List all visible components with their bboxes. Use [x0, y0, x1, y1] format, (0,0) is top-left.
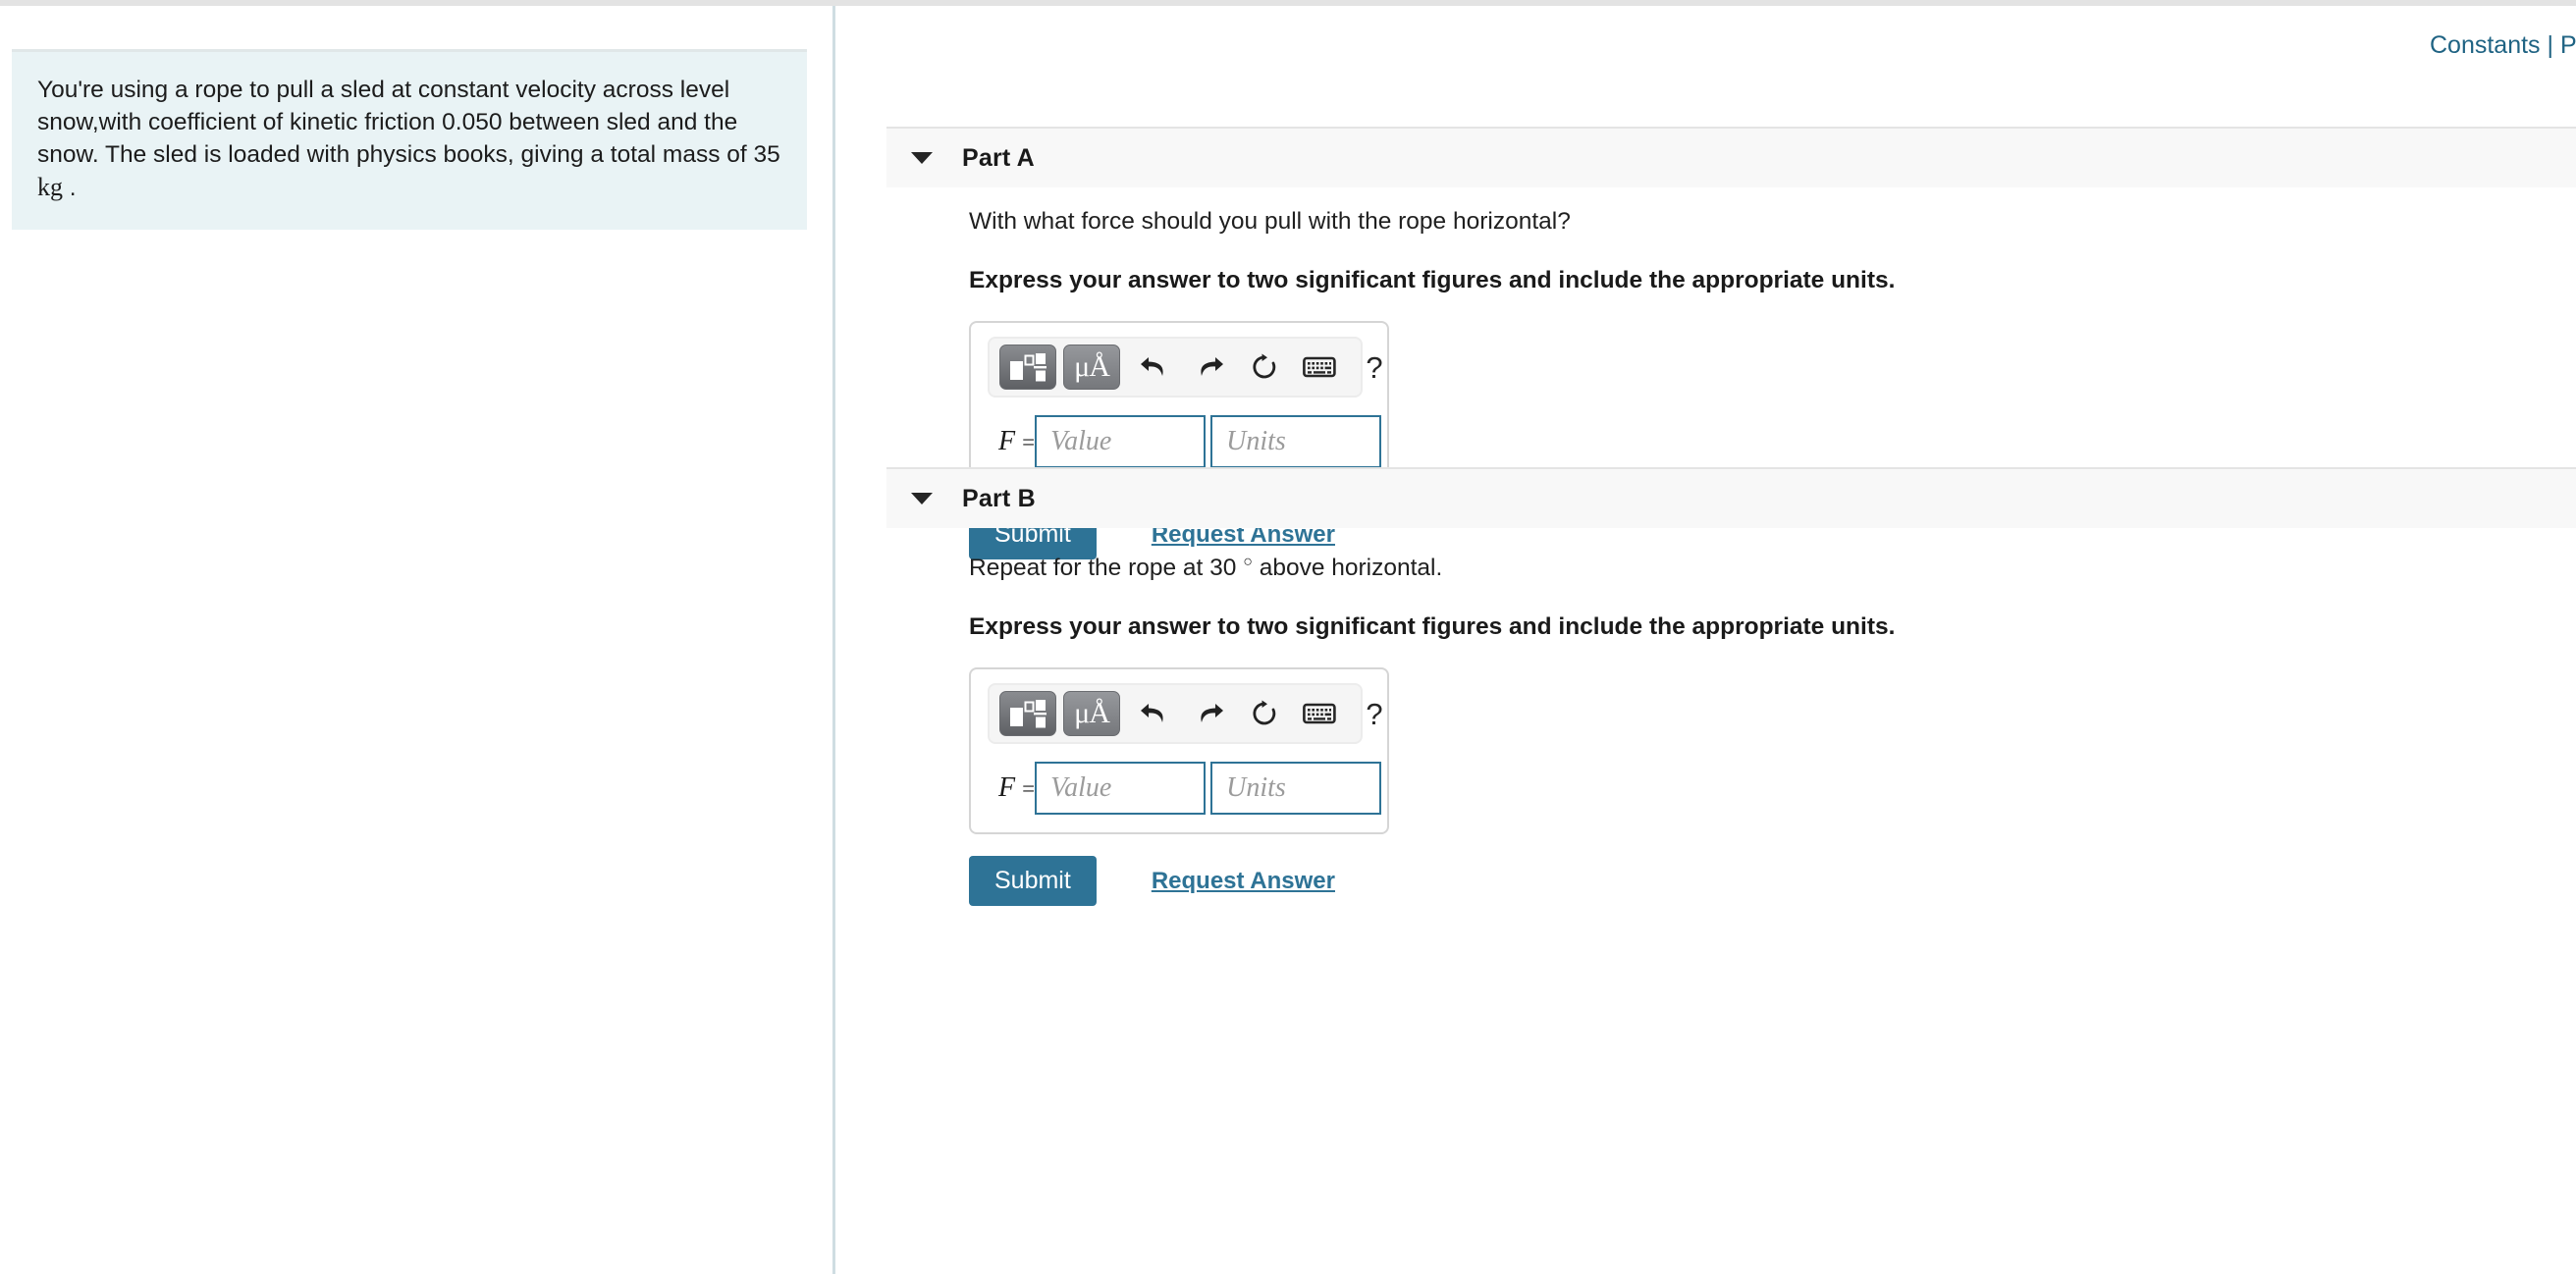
degree-symbol-b: ○ — [1243, 554, 1253, 570]
keyboard-icon — [1303, 356, 1336, 378]
actions-row-b: Submit Request Answer — [969, 856, 2576, 907]
units-input-a[interactable] — [1210, 415, 1382, 468]
answer-widget-b: μÅ ? F = Value Units — [969, 667, 1389, 835]
reset-icon — [1253, 700, 1276, 725]
problem-line-4-suffix: . — [63, 175, 77, 201]
reset-button-b[interactable] — [1237, 691, 1292, 736]
help-button-b[interactable]: ? — [1347, 691, 1402, 736]
question-a-prefix: With what force should you pull with the… — [969, 208, 1571, 235]
help-icon: ? — [1366, 696, 1383, 731]
units-input-b[interactable] — [1210, 762, 1382, 816]
reset-icon — [1253, 353, 1276, 379]
question-b-prefix: Repeat for the rope at 30 — [969, 555, 1244, 582]
math-toolbar-b: μÅ ? — [988, 683, 1383, 745]
variable-symbol-a: F — [998, 426, 1016, 456]
constants-link[interactable]: Constants | P — [2430, 31, 2576, 60]
undo-icon — [1141, 357, 1163, 376]
chevron-down-icon[interactable] — [911, 152, 933, 164]
constants-row: Constants | P — [835, 31, 2576, 71]
chevron-down-icon[interactable] — [911, 493, 933, 504]
redo-icon — [1201, 357, 1223, 376]
redo-icon — [1201, 704, 1223, 723]
problem-statement-box: You're using a rope to pull a sled at co… — [12, 49, 807, 230]
problem-content-column: Constants | P Part A With what force sho… — [835, 6, 2576, 1274]
redo-button-a[interactable] — [1182, 345, 1237, 390]
part-title-a: Part A — [962, 143, 1035, 172]
keyboard-button-a[interactable] — [1292, 345, 1347, 390]
problem-line-3: snow. The sled is loaded with physics bo… — [37, 141, 721, 168]
part-header-b[interactable]: Part B — [886, 467, 2576, 528]
redo-button-b[interactable] — [1182, 691, 1237, 736]
units-button-label-b: μÅ — [1074, 697, 1110, 730]
answer-input-row-b: F = — [987, 762, 1382, 816]
equals-sign-b: = — [1022, 776, 1036, 802]
undo-button-b[interactable] — [1127, 691, 1182, 736]
help-button-a[interactable]: ? — [1347, 345, 1402, 390]
express-note-a: Express your answer to two significant f… — [969, 267, 1896, 293]
submit-button-b[interactable]: Submit — [969, 856, 1097, 907]
value-input-b[interactable] — [1035, 762, 1207, 816]
math-template-button-a[interactable] — [999, 345, 1056, 390]
math-template-icon — [1010, 700, 1046, 728]
answer-widget-a: μÅ ? F = Value Units — [969, 321, 1389, 488]
problem-line-2: snow,with coefficient of kinetic frictio… — [37, 109, 738, 135]
keyboard-button-b[interactable] — [1292, 691, 1347, 736]
keyboard-icon — [1303, 703, 1336, 724]
problem-mass-unit: kg — [37, 173, 63, 201]
variable-symbol-b: F — [998, 772, 1016, 804]
question-text-a: With what force should you pull with the… — [969, 207, 2576, 237]
equals-sign-a: = — [1022, 430, 1036, 454]
problem-line-1: You're using a rope to pull a sled at co… — [37, 77, 730, 103]
problem-line-4-prefix: of 35 — [726, 141, 780, 168]
units-button-b[interactable]: μÅ — [1063, 691, 1120, 737]
variable-label-b: F = — [987, 772, 1035, 804]
request-answer-link-b[interactable]: Request Answer — [1152, 868, 1335, 895]
answer-input-row-a: F = — [987, 415, 1382, 468]
problem-statement-panel: You're using a rope to pull a sled at co… — [0, 6, 832, 1274]
help-icon: ? — [1366, 349, 1383, 385]
math-template-icon — [1010, 353, 1046, 382]
math-template-button-b[interactable] — [999, 691, 1056, 737]
variable-label-a: F = — [987, 426, 1035, 457]
part-title-b: Part B — [962, 484, 1036, 512]
question-text-b: Repeat for the rope at 30 ○ above horizo… — [969, 548, 2576, 583]
value-input-a[interactable] — [1035, 415, 1207, 468]
reset-button-a[interactable] — [1237, 345, 1292, 390]
part-body-b: Repeat for the rope at 30 ○ above horizo… — [886, 548, 2576, 907]
units-button-a[interactable]: μÅ — [1063, 345, 1120, 390]
question-b-suffix: above horizontal. — [1252, 555, 1443, 582]
units-button-label-a: μÅ — [1074, 350, 1110, 383]
undo-button-a[interactable] — [1127, 345, 1182, 390]
undo-icon — [1141, 704, 1163, 723]
part-header-a[interactable]: Part A — [886, 127, 2576, 187]
math-toolbar-a: μÅ ? — [988, 337, 1383, 398]
express-note-b: Express your answer to two significant f… — [969, 613, 1896, 641]
problem-statement-text: You're using a rope to pull a sled at co… — [37, 74, 781, 204]
